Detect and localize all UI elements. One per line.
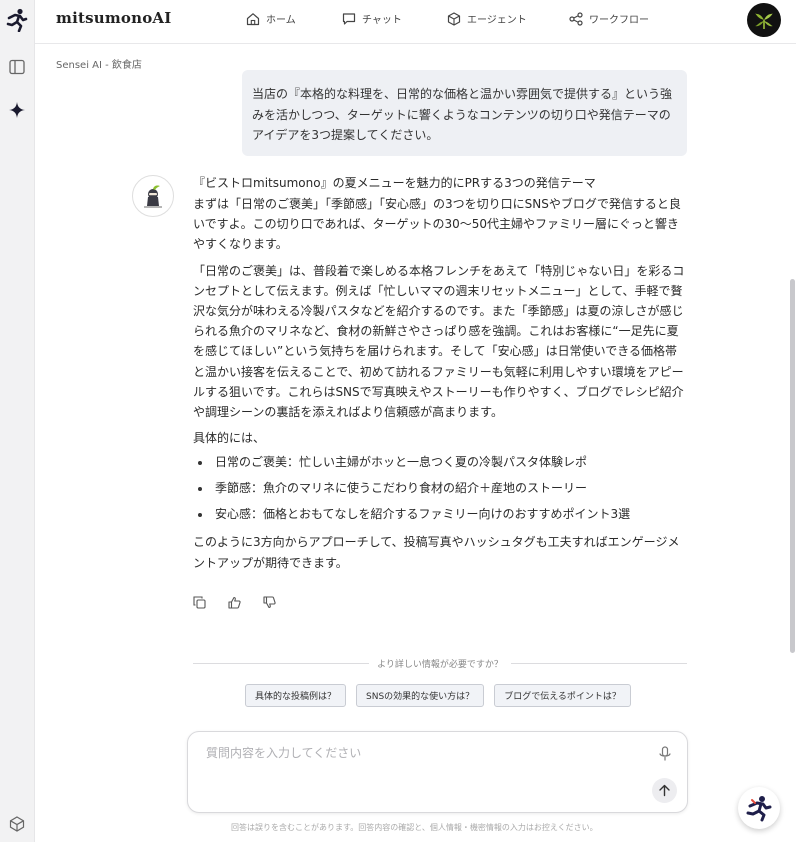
divider-line-right bbox=[510, 662, 688, 664]
breadcrumb[interactable]: Sensei AI - 飲食店 bbox=[56, 56, 142, 71]
answer-conclusion: このように3方向からアプローチして、投稿写真やハッシュタグも工夫すればエンゲージ… bbox=[193, 535, 680, 570]
chat-icon bbox=[342, 12, 356, 25]
user-message-bubble: 当店の『本格的な料理を、日常的な価格と温かい雰囲気で提供する』という強みを活かし… bbox=[242, 70, 687, 156]
message-actions bbox=[193, 596, 276, 609]
sparkle-icon[interactable] bbox=[5, 98, 29, 122]
suggestions-divider: より詳しい情報が必要ですか？ bbox=[193, 656, 688, 670]
cube-icon bbox=[447, 11, 461, 26]
send-button[interactable] bbox=[652, 778, 677, 803]
top-header: mitsumonoAI ホーム チャット エージェント ワークフロー bbox=[35, 0, 796, 44]
nav-agent[interactable]: エージェント bbox=[447, 11, 527, 26]
list-item: 季節感：魚介のマリネに使うこだわり食材の紹介＋産地のストーリー bbox=[193, 478, 689, 498]
ninja-bot-icon bbox=[144, 185, 162, 208]
assistant-answer: 『ビストロmitsumono』の夏メニューを魅力的にPRする3つの発信テーマ ま… bbox=[193, 173, 689, 573]
plant-avatar-icon bbox=[755, 13, 773, 29]
copy-icon bbox=[193, 596, 206, 609]
answer-paragraph-2: 「日常のご褒美」は、普段着で楽しめる本格フレンチをあえて「特別じゃない日」を彩る… bbox=[193, 263, 685, 420]
suggestion-chips: 具体的な投稿例は？ SNSの効果的な使い方は？ ブログで伝えるポイントは？ bbox=[245, 684, 631, 707]
nav-home[interactable]: ホーム bbox=[246, 11, 296, 26]
left-rail bbox=[0, 0, 35, 842]
question-input[interactable] bbox=[206, 746, 636, 760]
divider-line-left bbox=[193, 662, 370, 664]
list-item: 安心感：価格とおもてなしを紹介するファミリー向けのおすすめポイント3選 bbox=[193, 504, 689, 524]
answer-intro: 具体的には、 bbox=[193, 431, 266, 446]
user-avatar[interactable] bbox=[747, 3, 781, 37]
runner-mascot-icon bbox=[746, 796, 772, 822]
thumbs-up-icon bbox=[228, 596, 241, 609]
nav-agent-label: エージェント bbox=[467, 15, 527, 26]
settings-cube-icon[interactable] bbox=[5, 812, 29, 836]
answer-bullet-list: 日常のご褒美：忙しい主婦がホッと一息つく夏の冷製パスタ体験レポ 季節感：魚介のマ… bbox=[193, 452, 689, 524]
sidebar-toggle-icon[interactable] bbox=[5, 55, 29, 79]
chat-input-box bbox=[187, 731, 688, 813]
thumbs-down-icon bbox=[263, 596, 276, 609]
nav-workflow[interactable]: ワークフロー bbox=[569, 11, 649, 26]
runner-logo-icon[interactable] bbox=[5, 8, 29, 32]
suggestion-chip-sns-usage[interactable]: SNSの効果的な使い方は？ bbox=[356, 684, 485, 707]
workflow-icon bbox=[569, 11, 583, 26]
nav-chat-label: チャット bbox=[362, 15, 402, 26]
microphone-icon bbox=[659, 746, 671, 761]
scrollbar-thumb[interactable] bbox=[790, 279, 795, 653]
thumbs-down-button[interactable] bbox=[263, 596, 276, 609]
thumbs-up-button[interactable] bbox=[228, 596, 241, 609]
answer-title: 『ビストロmitsumono』の夏メニューを魅力的にPRする3つの発信テーマ bbox=[193, 176, 596, 190]
help-assistant-button[interactable] bbox=[738, 787, 780, 829]
suggestion-chip-blog-points[interactable]: ブログで伝えるポイントは？ bbox=[494, 684, 631, 707]
list-item: 日常のご褒美：忙しい主婦がホッと一息つく夏の冷製パスタ体験レポ bbox=[193, 452, 689, 472]
suggestions-label: より詳しい情報が必要ですか？ bbox=[377, 659, 503, 670]
nav-home-label: ホーム bbox=[266, 15, 296, 26]
disclaimer-text: 回答は誤りを含むことがあります。回答内容の確認と、個人情報・機密情報の入力はお控… bbox=[231, 823, 598, 832]
copy-button[interactable] bbox=[193, 596, 206, 609]
nav-workflow-label: ワークフロー bbox=[589, 15, 649, 26]
suggestion-chip-posting-examples[interactable]: 具体的な投稿例は？ bbox=[245, 684, 347, 707]
assistant-avatar bbox=[132, 175, 174, 217]
arrow-up-icon bbox=[659, 784, 670, 797]
brand-title[interactable]: mitsumonoAI bbox=[56, 9, 172, 27]
microphone-button[interactable] bbox=[657, 746, 673, 762]
home-icon bbox=[246, 12, 260, 25]
answer-paragraph-1: まずは「日常のご褒美」「季節感」「安心感」の3つを切り口にSNSやブログで発信す… bbox=[193, 197, 681, 252]
nav-chat[interactable]: チャット bbox=[342, 11, 402, 26]
